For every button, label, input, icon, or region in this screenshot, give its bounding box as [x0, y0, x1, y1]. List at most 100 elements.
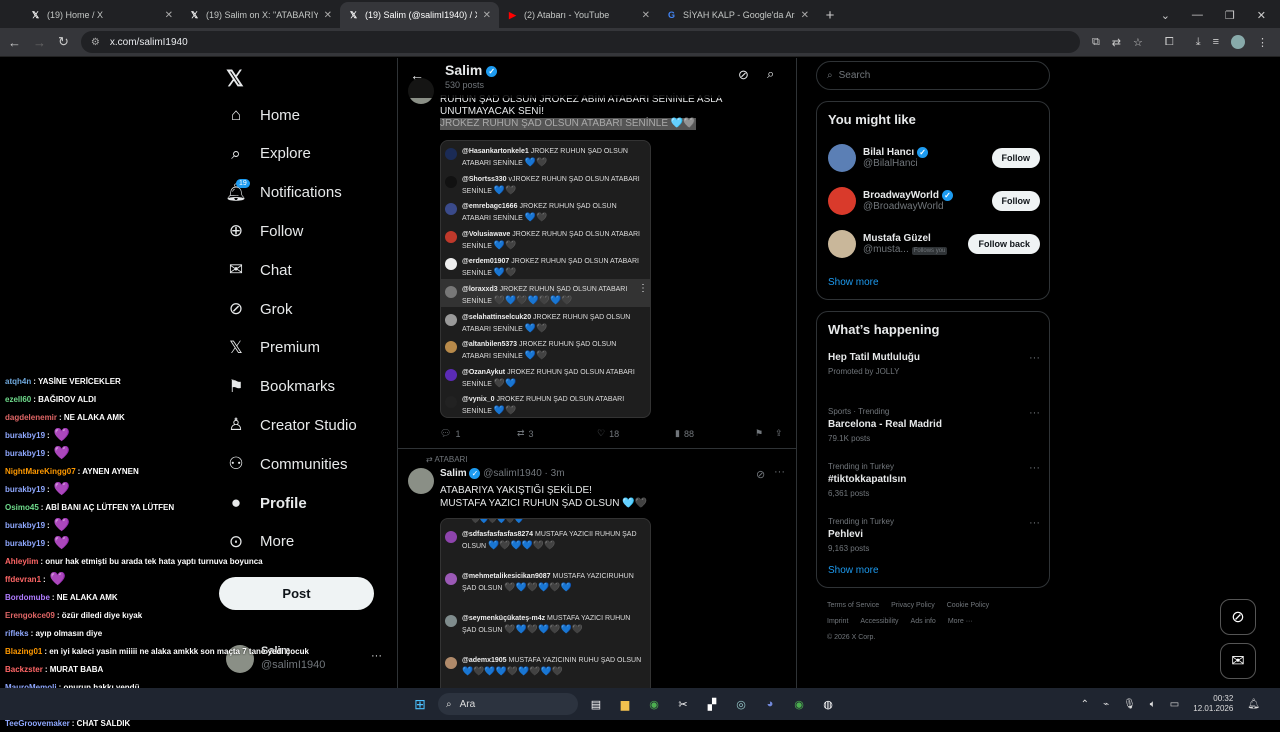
nav-item-chat[interactable]: ✉ Chat: [226, 256, 292, 284]
tweet-media[interactable]: 🖤💙🖤💙🖤💙 @sdfasfasfasfas8274 MUSTAFA YAZIC…: [440, 518, 651, 688]
trend-more-icon[interactable]: ···: [1029, 462, 1040, 474]
url-bar[interactable]: ⚙ x.com/salimI1940: [80, 31, 1080, 53]
tweet-more-icon[interactable]: ···: [774, 466, 785, 478]
discord-icon[interactable]: ◕: [760, 694, 780, 714]
trend-more-icon[interactable]: ···: [1029, 517, 1040, 529]
like-button[interactable]: ♡ 18: [597, 428, 675, 439]
mic-icon[interactable]: 🎙︎: [1123, 699, 1136, 710]
menu-icon[interactable]: ⋮: [1257, 36, 1268, 49]
tweet-time[interactable]: · 3m: [545, 468, 565, 479]
x-logo-icon[interactable]: 𝕏: [226, 66, 244, 92]
follow-button[interactable]: Follow: [991, 148, 1040, 168]
close-tab-icon[interactable]: ✕: [165, 10, 173, 21]
chrome-icon[interactable]: ◉: [644, 694, 664, 714]
trend-item[interactable]: Hep Tatil Mutluluğu Promoted by JOLLY ···: [828, 352, 1040, 376]
site-info-icon[interactable]: ⚙: [91, 37, 100, 48]
minimize-icon[interactable]: —: [1192, 9, 1203, 21]
nav-item-explore[interactable]: ⌕ Explore: [226, 140, 311, 168]
tweet-author-name[interactable]: Salim: [440, 468, 467, 479]
nav-item-follow[interactable]: ⊕ Follow: [226, 217, 303, 245]
close-window-icon[interactable]: ✕: [1257, 9, 1266, 22]
nav-item-notifications[interactable]: 🔔︎ 19 Notifications: [225, 178, 342, 207]
repost-button[interactable]: ⇄ 3: [517, 428, 597, 439]
grok-icon[interactable]: ⊘: [738, 67, 749, 83]
footer-link[interactable]: Accessibility: [860, 618, 898, 625]
comment-more-icon[interactable]: ⋮: [638, 283, 648, 294]
capcut-icon[interactable]: ✂: [673, 694, 693, 714]
app-icon[interactable]: ▞: [702, 694, 722, 714]
suggested-user[interactable]: BroadwayWorld ✓ @BroadwayWorld Follow: [828, 185, 1040, 217]
tweet-author-handle[interactable]: @salimI1940: [483, 468, 542, 479]
search-box[interactable]: ⌕ Search: [816, 61, 1050, 90]
translate-icon[interactable]: ⇄: [1112, 36, 1121, 49]
more-dots-icon[interactable]: ···: [371, 650, 382, 662]
clock[interactable]: 00:32 12.01.2026: [1193, 694, 1233, 714]
browser-tab[interactable]: 𝕏 (19) Salim (@salimI1940) / X ✕: [340, 2, 499, 28]
chrome-profile-icon[interactable]: ◉: [789, 694, 809, 714]
obs-icon[interactable]: ◍: [818, 694, 838, 714]
forward-icon[interactable]: →: [33, 35, 46, 50]
follow-button[interactable]: Follow: [991, 191, 1040, 211]
tweet-media[interactable]: @Hasankartonkele1 JROKEZ RUHUN ŞAD OLSUN…: [440, 140, 651, 418]
download-icon[interactable]: ⤓: [1196, 36, 1201, 49]
trend-more-icon[interactable]: ···: [1029, 407, 1040, 419]
browser-tab[interactable]: G SİYAH KALP - Google'da Ara ✕: [658, 2, 817, 28]
browser-tab[interactable]: 𝕏 (19) Salim on X: "ATABARIYA YA ✕: [181, 2, 340, 28]
nav-item-home[interactable]: ⌂ Home: [226, 101, 300, 129]
trend-more-icon[interactable]: ···: [1029, 352, 1040, 364]
back-arrow-icon[interactable]: ←: [410, 67, 424, 83]
tweet-avatar[interactable]: [408, 468, 434, 494]
new-tab-button[interactable]: +: [817, 2, 843, 28]
close-tab-icon[interactable]: ✕: [483, 10, 491, 21]
footer-link[interactable]: Imprint: [827, 618, 848, 625]
footer-link[interactable]: More ···: [948, 618, 973, 625]
browser-tab[interactable]: 𝕏 (19) Home / X ✕: [22, 2, 181, 28]
footer-link[interactable]: Terms of Service: [827, 602, 879, 609]
network-icon[interactable]: ⌁: [1103, 699, 1109, 710]
repost-context[interactable]: ⇄ ATABARI: [426, 455, 468, 464]
grok-explain-icon[interactable]: ⊘: [756, 468, 765, 481]
nav-item-premium[interactable]: 𝕏 Premium: [226, 334, 320, 362]
show-more-link[interactable]: Show more: [828, 565, 879, 576]
taskbar-search[interactable]: ⌕ Ara: [438, 693, 578, 715]
suggested-user[interactable]: Bilal Hancı ✓ @BilalHanci Follow: [828, 142, 1040, 174]
suggested-user[interactable]: Mustafa Güzel @musta... Follows you Follow …: [828, 228, 1040, 260]
tab-search-icon[interactable]: ⌄: [1161, 9, 1170, 22]
show-more-link[interactable]: Show more: [828, 277, 879, 288]
bookmark-button[interactable]: ⚑: [755, 428, 775, 439]
footer-link[interactable]: Ads info: [911, 618, 936, 625]
footer-link[interactable]: Privacy Policy: [891, 602, 935, 609]
maximize-icon[interactable]: ❐: [1225, 9, 1235, 22]
share-button[interactable]: ⇪: [775, 428, 783, 439]
close-tab-icon[interactable]: ✕: [801, 10, 809, 21]
extensions-icon[interactable]: ⧠: [1165, 36, 1174, 49]
notification-bell-icon[interactable]: 🔔︎: [1247, 699, 1260, 710]
volume-icon[interactable]: 🔈︎: [1150, 699, 1156, 710]
battery-icon[interactable]: ▭: [1170, 699, 1179, 710]
nav-item-grok[interactable]: ⊘ Grok: [226, 295, 293, 323]
reading-list-icon[interactable]: ≡: [1213, 36, 1219, 48]
tray-chevron-icon[interactable]: ⌃: [1081, 699, 1089, 710]
close-tab-icon[interactable]: ✕: [642, 10, 650, 21]
trend-item[interactable]: Trending in Turkey Pehlevi 9,163 posts ···: [828, 517, 1040, 553]
trend-item[interactable]: Sports · Trending Barcelona - Real Madrid…: [828, 407, 1040, 443]
steam-icon[interactable]: ◎: [731, 694, 751, 714]
trend-item[interactable]: Trending in Turkey #tiktokkapatılsın 6,361…: [828, 462, 1040, 498]
task-view-icon[interactable]: ▤: [586, 694, 606, 714]
views-button[interactable]: ▮ 88: [675, 428, 755, 439]
windows-start-icon[interactable]: ⊞: [410, 694, 430, 714]
bookmark-star-icon[interactable]: ☆: [1133, 36, 1143, 49]
follow-back-button[interactable]: Follow back: [968, 234, 1040, 254]
reload-icon[interactable]: ↻: [58, 34, 69, 50]
messages-fab-icon[interactable]: ✉: [1220, 643, 1256, 679]
browser-tab[interactable]: ▶ (2) Atabarı - YouTube ✕: [499, 2, 658, 28]
install-icon[interactable]: ⧉: [1092, 36, 1100, 49]
reply-button[interactable]: 💬︎ 1: [440, 428, 517, 439]
search-icon[interactable]: ⌕: [767, 66, 774, 82]
footer-link[interactable]: Cookie Policy: [947, 602, 989, 609]
file-explorer-icon[interactable]: ▆: [615, 694, 635, 714]
grok-fab-icon[interactable]: ⊘: [1220, 599, 1256, 635]
profile-avatar-icon[interactable]: [1231, 35, 1245, 49]
back-icon[interactable]: ←: [8, 35, 21, 50]
close-tab-icon[interactable]: ✕: [324, 10, 332, 21]
